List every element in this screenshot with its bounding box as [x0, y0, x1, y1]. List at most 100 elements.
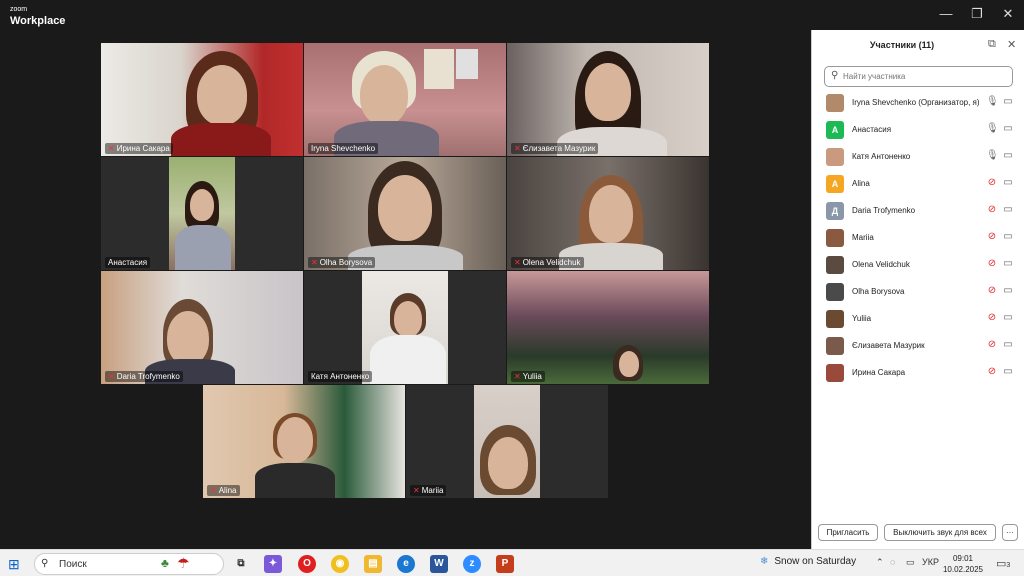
muted-mic-icon: ✕ — [514, 372, 521, 381]
video-tile[interactable]: ✕ Єлизавета Мазурик — [507, 43, 709, 156]
more-options-button[interactable]: ··· — [1002, 524, 1018, 541]
participant-row[interactable]: Єлизавета Мазурик ⊘ ▭ — [812, 333, 1024, 360]
avatar — [826, 310, 844, 328]
video-camera-icon[interactable]: ▭ — [1002, 285, 1014, 296]
mic-muted-icon[interactable]: ⊘ — [986, 231, 998, 242]
snowflake-icon: ❄ — [760, 556, 769, 567]
video-camera-icon[interactable]: ▭ — [1002, 366, 1014, 377]
participant-row[interactable]: Olena Velidchuk ⊘ ▭ — [812, 252, 1024, 279]
search-icon: ⚲ — [41, 558, 49, 569]
muted-mic-icon: ✕ — [413, 486, 420, 495]
powerpoint-icon[interactable]: P — [496, 555, 514, 573]
weather-widget[interactable]: ❄ Snow on Saturday — [760, 556, 856, 567]
participant-row[interactable]: A Alina ⊘ ▭ — [812, 171, 1024, 198]
maximize-button[interactable]: ❐ — [967, 6, 987, 22]
participant-name-label: ✕ Daria Trofymenko — [105, 371, 183, 382]
participant-name-label: ✕ Olena Velidchuk — [511, 257, 584, 268]
video-camera-icon[interactable]: ▭ — [1002, 258, 1014, 269]
participant-search-input[interactable] — [843, 69, 1008, 84]
video-tile[interactable]: Катя Антоненко — [304, 271, 506, 384]
video-tile[interactable]: ✕ Mariia — [406, 385, 608, 498]
participant-name-label: ✕ Mariia — [410, 485, 447, 496]
copilot-icon[interactable]: ✦ — [264, 555, 282, 573]
pop-out-icon[interactable]: ⧉ — [988, 38, 996, 51]
video-camera-icon[interactable]: ▭ — [1002, 96, 1014, 107]
muted-mic-icon: ✕ — [514, 258, 521, 267]
edge-icon[interactable]: e — [397, 555, 415, 573]
participant-row[interactable]: Д Daria Trofymenko ⊘ ▭ — [812, 198, 1024, 225]
file-explorer-icon[interactable]: ▤ — [364, 555, 382, 573]
muted-mic-icon: ✕ — [514, 144, 521, 153]
participant-row[interactable]: Катя Антоненко 🎙 ▭ — [812, 144, 1024, 171]
participant-row[interactable]: А Анастасия 🎙 ▭ — [812, 117, 1024, 144]
avatar: A — [826, 175, 844, 193]
word-icon[interactable]: W — [430, 555, 448, 573]
participant-row[interactable]: Yuliia ⊘ ▭ — [812, 306, 1024, 333]
participant-row[interactable]: Mariia ⊘ ▭ — [812, 225, 1024, 252]
participant-face — [167, 311, 209, 365]
clock[interactable]: 09:01 10.02.2025 — [938, 553, 988, 575]
participant-row[interactable]: Iryna Shevchenko (Организатор, я) 🎙 ▭ — [812, 90, 1024, 117]
battery-icon[interactable]: ▭ — [906, 557, 915, 568]
mic-icon[interactable]: 🎙 — [986, 150, 999, 161]
avatar — [826, 283, 844, 301]
task-view-icon[interactable]: ⧉ — [232, 555, 250, 573]
chrome-icon[interactable]: ◉ — [331, 555, 349, 573]
opera-icon[interactable]: O — [298, 555, 316, 573]
zoom-icon[interactable]: z — [463, 555, 481, 573]
mic-muted-icon[interactable]: ⊘ — [986, 339, 998, 350]
participant-face — [585, 63, 631, 121]
invite-button[interactable]: Пригласить — [818, 524, 878, 541]
participant-name: Olena Velidchuk — [852, 260, 910, 269]
notifications-icon[interactable]: ▭3 — [996, 557, 1010, 570]
participant-name-label: Iryna Shevchenko — [308, 143, 379, 154]
mic-muted-icon[interactable]: ⊘ — [986, 312, 998, 323]
close-button[interactable]: ✕ — [998, 6, 1018, 22]
mic-muted-icon[interactable]: ⊘ — [986, 177, 998, 188]
participant-row[interactable]: Ирина Сакара ⊘ ▭ — [812, 360, 1024, 387]
network-icon[interactable]: ◌ — [890, 557, 895, 567]
video-tile[interactable]: ✕ Yuliia — [507, 271, 709, 384]
chevron-up-icon[interactable]: ⌃ — [876, 557, 884, 568]
video-camera-icon[interactable]: ▭ — [1002, 150, 1014, 161]
video-camera-icon[interactable]: ▭ — [1002, 123, 1014, 134]
video-tile[interactable]: Анастасия — [101, 157, 303, 270]
avatar — [826, 148, 844, 166]
video-camera-icon[interactable]: ▭ — [1002, 177, 1014, 188]
language-indicator[interactable]: УКР — [922, 557, 939, 567]
video-camera-icon[interactable]: ▭ — [1002, 231, 1014, 242]
participant-name: Olha Borysova — [852, 287, 905, 296]
participants-panel: Участники (11) ⧉ ✕ ⚲ Iryna Shevchenko (О… — [811, 30, 1024, 549]
video-camera-icon[interactable]: ▭ — [1002, 204, 1014, 215]
close-panel-icon[interactable]: ✕ — [1007, 38, 1016, 51]
mic-muted-icon[interactable]: ⊘ — [986, 366, 998, 377]
participant-search[interactable]: ⚲ — [824, 66, 1013, 87]
mic-icon[interactable]: 🎙 — [986, 96, 999, 107]
participant-name-label: ✕ Olha Borysova — [308, 257, 376, 268]
mic-muted-icon[interactable]: ⊘ — [986, 258, 998, 269]
participant-face — [190, 189, 214, 221]
participant-row[interactable]: Olha Borysova ⊘ ▭ — [812, 279, 1024, 306]
mic-muted-icon[interactable]: ⊘ — [986, 285, 998, 296]
taskbar-search[interactable]: ⚲ Поиск ☂ ♣ — [34, 553, 224, 575]
video-tile-active-speaker[interactable]: Iryna Shevchenko — [304, 43, 506, 156]
participant-name-label: ✕ Yuliia — [511, 371, 545, 382]
video-camera-icon[interactable]: ▭ — [1002, 312, 1014, 323]
windows-start-icon[interactable]: ⊞ — [8, 556, 20, 573]
minimize-button[interactable]: — — [936, 6, 956, 21]
video-camera-icon[interactable]: ▭ — [1002, 339, 1014, 350]
title-bar: zoom Workplace — ❐ ✕ — [0, 0, 1024, 30]
participant-name: Daria Trofymenko — [852, 206, 916, 215]
video-tile[interactable]: ✕ Daria Trofymenko — [101, 271, 303, 384]
video-tile[interactable]: ✕ Olha Borysova — [304, 157, 506, 270]
mic-muted-icon[interactable]: ⊘ — [986, 204, 998, 215]
participant-name-label: Катя Антоненко — [308, 371, 373, 382]
participant-name: Iryna Shevchenko (Организатор, я) — [852, 98, 980, 107]
video-tile[interactable]: ✕ Alina — [203, 385, 405, 498]
participant-face — [277, 417, 313, 463]
mic-icon[interactable]: 🎙 — [986, 123, 999, 134]
video-gallery: ✕ Ирина Сакара Iryna Shevchenko ✕ Єлизавет… — [0, 30, 811, 549]
mute-all-button[interactable]: Выключить звук для всех — [884, 524, 996, 541]
video-tile[interactable]: ✕ Olena Velidchuk — [507, 157, 709, 270]
video-tile[interactable]: ✕ Ирина Сакара — [101, 43, 303, 156]
